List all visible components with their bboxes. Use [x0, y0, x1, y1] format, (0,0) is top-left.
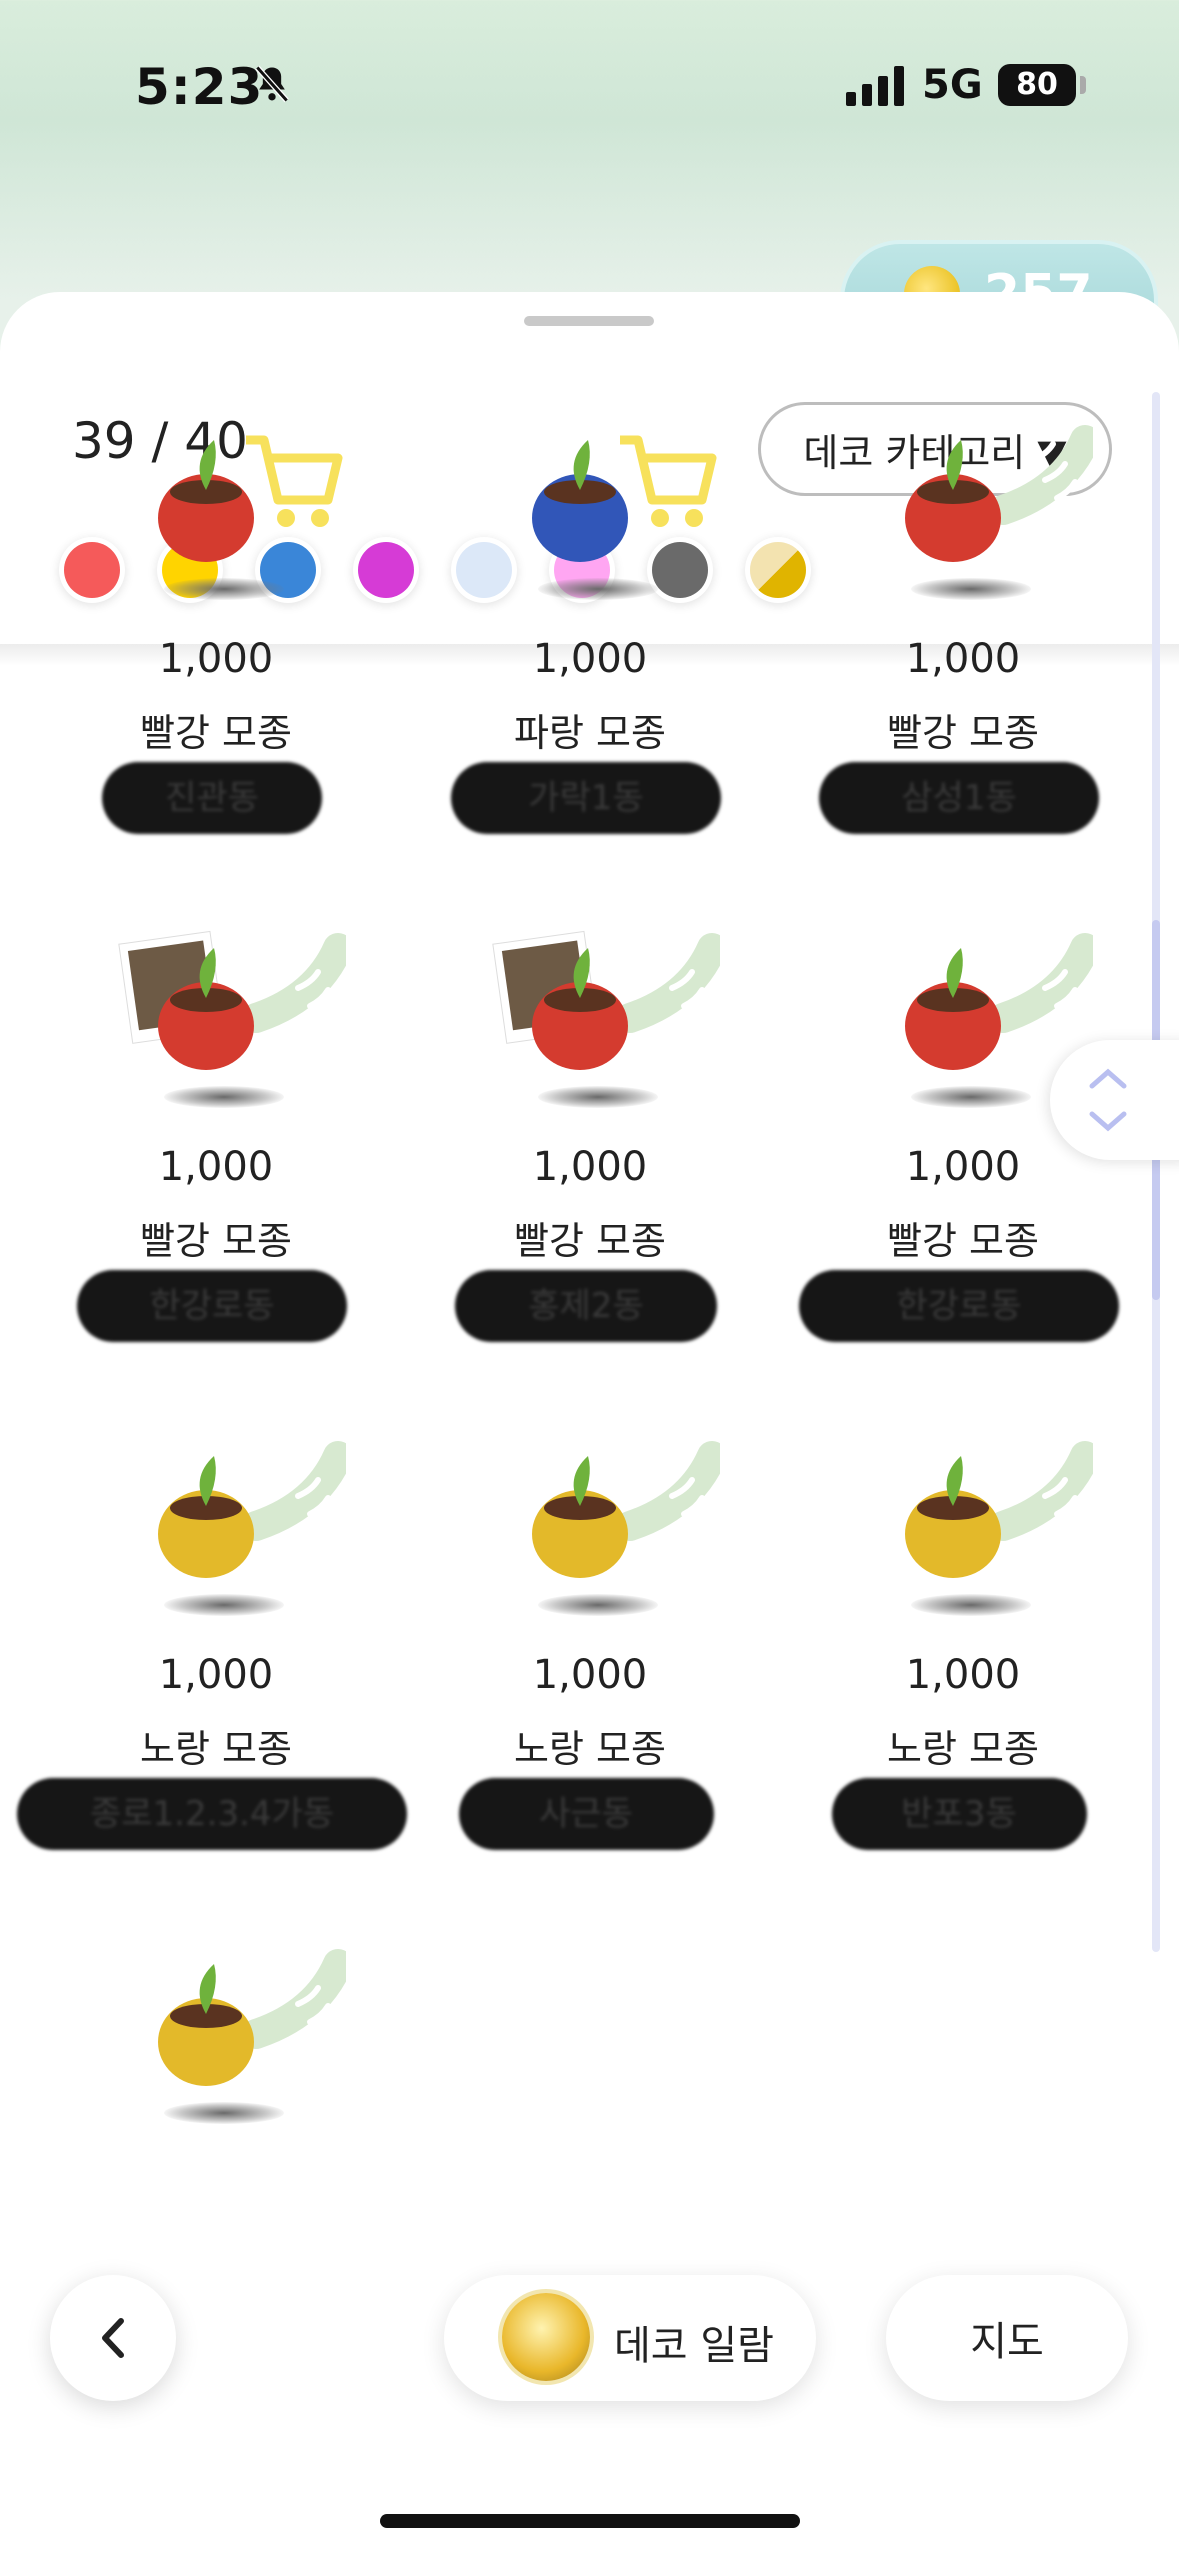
- deco-item-card[interactable]: 1,000 노랑 모종사근동: [400, 1416, 780, 1916]
- item-price: 1,000: [905, 1652, 1021, 1698]
- deco-item-card[interactable]: 1,000 빨강 모종진관동: [26, 400, 406, 900]
- trail-icon: [615, 1441, 720, 1541]
- trail-icon: [988, 1441, 1093, 1541]
- home-indicator: [380, 2514, 800, 2528]
- trail-icon: [241, 1949, 346, 2049]
- item-name: 빨강 모종: [140, 1219, 292, 1263]
- item-price: 1,000: [532, 1144, 648, 1190]
- item-shadow: [164, 2102, 284, 2124]
- chevron-left-icon: [102, 2318, 124, 2358]
- item-name: 파랑 모종: [514, 711, 666, 755]
- trail-icon: [615, 933, 720, 1033]
- deco-catalog-button[interactable]: 데코 일람: [444, 2275, 816, 2401]
- deco-item-card[interactable]: 1,000 노랑 모종반포3동: [773, 1416, 1153, 1916]
- deco-item-card[interactable]: 1,000 파랑 모종가락1동: [400, 400, 780, 900]
- trail-icon: [241, 933, 346, 1033]
- bottom-bar: 데코 일람 지도: [0, 2160, 1179, 2556]
- back-button[interactable]: [50, 2275, 176, 2401]
- clock: 5:23: [135, 58, 264, 116]
- item-name: 빨강 모종: [887, 711, 1039, 755]
- item-shadow: [164, 1594, 284, 1616]
- item-location: 홍제2동: [455, 1270, 717, 1342]
- item-location: 반포3동: [831, 1778, 1087, 1850]
- trail-icon: [988, 933, 1093, 1033]
- item-location: 한강로동: [77, 1270, 347, 1342]
- cart-icon: [246, 435, 343, 527]
- sheet-drag-handle[interactable]: [524, 316, 654, 326]
- item-location: 사근동: [458, 1778, 714, 1850]
- item-shadow: [538, 1086, 658, 1108]
- item-price: 1,000: [532, 1652, 648, 1698]
- item-name: 빨강 모종: [140, 711, 292, 755]
- item-price: 1,000: [532, 636, 648, 682]
- item-location: 진관동: [102, 762, 322, 834]
- item-shadow: [911, 1086, 1031, 1108]
- item-price: 1,000: [158, 1652, 274, 1698]
- item-shadow: [538, 578, 658, 600]
- battery-tip: [1080, 76, 1086, 94]
- item-location: 삼성1동: [819, 762, 1099, 834]
- item-location: 종로1.2.3.4가동: [17, 1778, 407, 1850]
- item-shadow: [164, 1086, 284, 1108]
- item-name: 빨강 모종: [887, 1219, 1039, 1263]
- item-name: 노랑 모종: [514, 1727, 666, 1771]
- deco-catalog-label: 데코 일람: [614, 2323, 774, 2369]
- item-name: 노랑 모종: [887, 1727, 1039, 1771]
- medal-icon: [502, 2293, 590, 2381]
- item-price: 1,000: [905, 636, 1021, 682]
- deco-item-card[interactable]: 1,000 빨강 모종홍제2동: [400, 908, 780, 1408]
- item-shadow: [911, 578, 1031, 600]
- item-price: 1,000: [158, 1144, 274, 1190]
- trail-icon: [988, 425, 1093, 525]
- deco-item-card[interactable]: 1,000 빨강 모종한강로동: [26, 908, 406, 1408]
- network-type: 5G: [922, 62, 983, 108]
- item-price: 1,000: [158, 636, 274, 682]
- muted-bell-icon: [255, 65, 289, 103]
- item-location: 한강로동: [799, 1270, 1119, 1342]
- status-bar: 5:23 5G 80: [0, 0, 1179, 170]
- item-shadow: [538, 1594, 658, 1616]
- item-name: 노랑 모종: [140, 1727, 292, 1771]
- deco-item-card[interactable]: 1,000 빨강 모종삼성1동: [773, 400, 1153, 900]
- item-shadow: [164, 578, 284, 600]
- map-button[interactable]: 지도: [886, 2275, 1128, 2401]
- item-name: 빨강 모종: [514, 1219, 666, 1263]
- cart-icon: [620, 435, 717, 527]
- item-location: 가락1동: [451, 762, 721, 834]
- chevron-updown-icon: [1089, 1068, 1127, 1132]
- signal-icon: [846, 66, 904, 106]
- deco-item-card[interactable]: 1,000 노랑 모종종로1.2.3.4가동: [17, 1416, 407, 1916]
- battery-icon: 80: [998, 64, 1076, 106]
- scroll-updown-button[interactable]: [1050, 1040, 1179, 1160]
- item-shadow: [911, 1594, 1031, 1616]
- trail-icon: [241, 1441, 346, 1541]
